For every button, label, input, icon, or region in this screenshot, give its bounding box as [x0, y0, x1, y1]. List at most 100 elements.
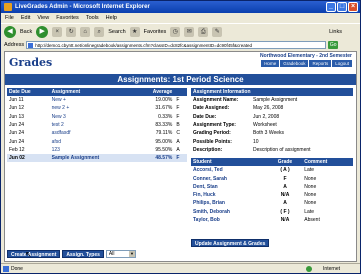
assignment-average: 95.50% [155, 146, 173, 153]
student-row[interactable]: Fin, Huck N/A None [191, 191, 353, 199]
menu-help[interactable]: Help [106, 13, 117, 23]
history-icon[interactable]: ◷ [170, 27, 181, 37]
student-grade[interactable]: N/A [268, 216, 303, 224]
assignment-link[interactable]: asdfasdf [50, 129, 136, 137]
table-row[interactable]: Jun 24 afsd 95.00% A [7, 137, 187, 145]
nav-logout[interactable]: Logout [332, 60, 352, 67]
menu-bar: File Edit View Favorites Tools Help [1, 13, 360, 23]
school-name: Northwood Elementary - 2nd Semester [260, 53, 352, 59]
search-label[interactable]: Search [108, 29, 125, 35]
student-comment[interactable]: None [302, 174, 353, 182]
refresh-icon[interactable]: ↻ [66, 27, 77, 37]
mail-icon[interactable]: ✉ [184, 27, 195, 37]
home-icon[interactable]: ⌂ [80, 27, 91, 37]
create-assignment-button[interactable]: Create Assignment [7, 250, 61, 258]
nav-reports[interactable]: Reports [309, 60, 332, 67]
table-row[interactable]: Jun 02 Sample Assignment 48.57% F [7, 154, 187, 163]
student-name[interactable]: Smith, Deborah [191, 208, 268, 216]
student-row[interactable]: Dent, Stan A None [191, 183, 353, 191]
student-row[interactable]: Conner, Sarah F None [191, 174, 353, 182]
assignment-average: 19.00% [155, 97, 173, 104]
assignment-average: 31.67% [155, 105, 173, 112]
go-button[interactable]: Go [328, 41, 339, 49]
back-arrow-icon[interactable]: ◀ [4, 26, 16, 38]
favorites-label[interactable]: Favorites [144, 29, 167, 35]
assignment-link[interactable]: afsd [50, 137, 136, 145]
table-row[interactable]: Jun 12 new 2 + 31.67% F [7, 104, 187, 112]
favorites-icon[interactable]: ★ [129, 27, 140, 37]
table-row[interactable]: Jun 24 test 2 83.33% B [7, 121, 187, 129]
browser-window: LiveGrades Admin - Microsoft Internet Ex… [0, 0, 361, 274]
student-name[interactable]: Fin, Huck [191, 191, 268, 199]
table-row[interactable]: Feb 12 123 95.50% A [7, 146, 187, 154]
assignment-link[interactable]: new 2 + [50, 104, 136, 112]
menu-edit[interactable]: Edit [21, 13, 30, 23]
student-grade[interactable]: A [268, 199, 303, 207]
table-row[interactable]: Jun 13 New 3 0.33% F [7, 113, 187, 121]
edit-icon[interactable]: ✎ [212, 27, 223, 37]
grading-period-select[interactable]: All ▼ [105, 250, 136, 258]
app-header: Grades Northwood Elementary - 2nd Semest… [5, 52, 356, 74]
minimize-button[interactable]: _ [326, 2, 336, 12]
student-row[interactable]: Accorsi, Ted( A ) Late [191, 166, 353, 174]
print-icon[interactable]: ⎙ [198, 27, 209, 37]
assignment-link[interactable]: Sample Assignment [49, 154, 136, 163]
info-value: 10 [253, 138, 259, 145]
menu-view[interactable]: View [37, 13, 49, 23]
student-row[interactable]: Philips, Brian A None [191, 199, 353, 207]
menu-favorites[interactable]: Favorites [56, 13, 79, 23]
student-name[interactable]: Accorsi, Ted [191, 166, 268, 174]
menu-tools[interactable]: Tools [86, 13, 99, 23]
info-header: Assignment Information [191, 88, 353, 96]
assignment-link[interactable]: New 3 [50, 113, 136, 121]
col-average: Average [135, 88, 175, 96]
info-label: Description: [193, 146, 223, 153]
student-comment[interactable]: Late [302, 166, 353, 174]
student-grade[interactable]: ( F ) [268, 208, 303, 216]
assignment-letter-grade: F [176, 97, 180, 104]
nav-home[interactable]: Home [261, 60, 280, 67]
links-label[interactable]: Links [329, 29, 342, 35]
back-label[interactable]: Back [20, 29, 32, 35]
assignment-types-button[interactable]: Assign. Types [62, 250, 104, 258]
student-comment[interactable]: None [302, 191, 353, 199]
update-assignment-button[interactable]: Update Assignment & Grades [191, 239, 270, 247]
student-name[interactable]: Taylor, Bob [191, 216, 268, 224]
maximize-button[interactable]: □ [337, 2, 347, 12]
student-comment[interactable]: Absent [302, 216, 353, 224]
assignment-letter-grade: C [176, 130, 180, 137]
table-row[interactable]: Jun 11 New + 19.00% F [7, 96, 187, 104]
stop-icon[interactable]: × [52, 27, 63, 37]
student-row[interactable]: Smith, Deborah( F ) Late [191, 208, 353, 216]
student-name[interactable]: Dent, Stan [191, 183, 268, 191]
assignment-link[interactable]: 123 [50, 146, 136, 154]
student-comment[interactable]: Late [302, 208, 353, 216]
col-assignment: Assignment [49, 88, 136, 96]
student-comment[interactable]: None [302, 199, 353, 207]
assignment-date: Jun 11 [9, 97, 24, 104]
forward-arrow-icon[interactable]: ▶ [36, 26, 49, 38]
nav-gradebook[interactable]: Gradebook [280, 60, 309, 67]
page-icon [28, 43, 34, 48]
close-button[interactable]: × [348, 2, 358, 12]
student-grade[interactable]: F [268, 174, 303, 182]
assignment-link[interactable]: New + [50, 96, 136, 104]
assignment-link[interactable]: test 2 [50, 121, 136, 129]
menu-file[interactable]: File [5, 13, 14, 23]
mouse-cursor-icon: ↖ [25, 250, 32, 259]
address-input[interactable]: http://demo1.cbyntt.net/onlinegradebook/… [26, 41, 327, 49]
assignment-letter-grade: B [176, 122, 180, 129]
search-icon[interactable]: ⌕ [94, 27, 105, 37]
info-label: Possible Points: [193, 138, 232, 145]
student-row[interactable]: Taylor, Bob N/A Absent [191, 216, 353, 224]
student-comment[interactable]: None [302, 183, 353, 191]
student-grade[interactable]: A [268, 183, 303, 191]
info-value: Jun 2, 2008 [253, 113, 280, 120]
student-grade[interactable]: ( A ) [268, 166, 303, 174]
assignment-date: Jun 24 [9, 130, 25, 137]
assignment-info-table: Assignment Information Assignment Name: S… [191, 88, 353, 154]
student-name[interactable]: Conner, Sarah [191, 174, 268, 182]
table-row[interactable]: Jun 24 asdfasdf 79.11% C [7, 129, 187, 137]
student-name[interactable]: Philips, Brian [191, 199, 268, 207]
student-grade[interactable]: N/A [268, 191, 303, 199]
